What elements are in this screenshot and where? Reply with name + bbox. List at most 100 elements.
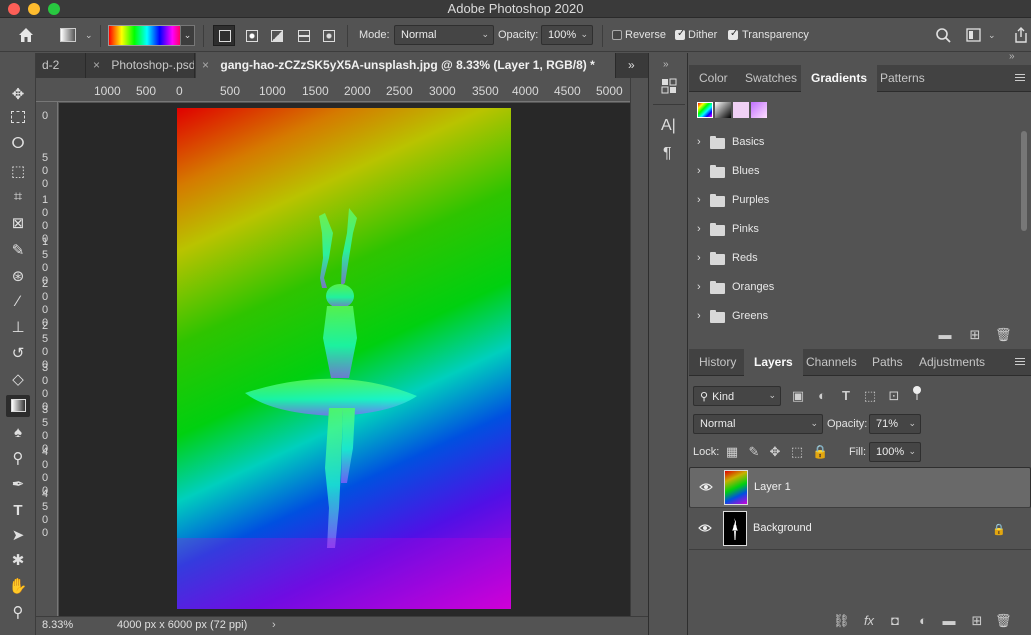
gradient-folder[interactable]: › Blues — [689, 158, 1019, 187]
tab-swatches[interactable]: Swatches — [735, 65, 807, 92]
frame-tool-icon[interactable]: ⊠ — [6, 213, 30, 235]
custom-shape-tool-icon[interactable]: ✱ — [6, 550, 30, 572]
vertical-scrollbar[interactable] — [630, 78, 648, 616]
diamond-gradient-button[interactable] — [317, 25, 339, 46]
move-tool-icon[interactable]: ✥ — [6, 84, 30, 106]
filter-toggle-switch[interactable] — [913, 386, 921, 400]
chevron-down-icon[interactable]: ⌄ — [85, 30, 93, 41]
reverse-checkbox[interactable] — [612, 30, 622, 40]
character-panel-icon[interactable]: A| — [661, 117, 676, 135]
linear-gradient-button[interactable] — [213, 25, 235, 46]
workspace-icon[interactable] — [966, 28, 984, 43]
search-icon[interactable] — [935, 27, 952, 44]
tab-document-1[interactable]: d-2 — [36, 53, 86, 78]
clone-stamp-tool-icon[interactable]: ⊥ — [6, 317, 30, 339]
layer-style-fx-icon[interactable]: fx — [861, 613, 877, 629]
path-selection-tool-icon[interactable]: ➤ — [6, 525, 30, 547]
object-selection-tool-icon[interactable]: ⬚ — [6, 161, 30, 183]
layer-row[interactable]: Background 🔒 — [689, 509, 1031, 550]
history-brush-tool-icon[interactable]: ↺ — [6, 343, 30, 365]
dither-checkbox[interactable] — [675, 28, 685, 40]
share-icon[interactable] — [1013, 26, 1029, 44]
new-gradient-icon[interactable]: ⊞ — [967, 327, 983, 343]
reflected-gradient-button[interactable] — [292, 25, 314, 46]
tab-adjustments[interactable]: Adjustments — [909, 349, 995, 376]
collapse-panels-icon[interactable]: » — [663, 59, 669, 70]
tab-history[interactable]: History — [689, 349, 746, 376]
tab-paths[interactable]: Paths — [862, 349, 913, 376]
gradient-folder[interactable]: › Basics — [689, 129, 1019, 158]
new-group-folder-icon[interactable]: ▬ — [941, 613, 957, 629]
tab-document-2[interactable]: × Photoshop-.psd — [87, 53, 195, 78]
type-tool-icon[interactable]: T — [6, 500, 30, 522]
gradients-scrollbar-thumb[interactable] — [1021, 131, 1027, 231]
lock-position-icon[interactable]: ✥ — [767, 444, 783, 460]
new-group-folder-icon[interactable]: ▬ — [937, 327, 953, 343]
tab-color[interactable]: Color — [689, 65, 738, 92]
gradient-picker-swatch[interactable] — [108, 25, 186, 46]
new-layer-icon[interactable]: ⊞ — [969, 613, 985, 629]
filter-shape-layers-icon[interactable]: ⬚ — [862, 388, 878, 404]
hand-tool-icon[interactable]: ✋ — [6, 576, 30, 598]
gradient-folder[interactable]: › Oranges — [689, 274, 1019, 303]
more-tabs-icon[interactable]: » — [628, 58, 635, 72]
transparency-checkbox[interactable] — [728, 28, 738, 40]
filter-adjustment-layers-icon[interactable]: ◐ — [814, 388, 830, 404]
chevron-down-icon[interactable]: ⌄ — [988, 30, 996, 41]
tab-gradients[interactable]: Gradients — [801, 65, 878, 92]
gradient-folder[interactable]: › Pinks — [689, 216, 1019, 245]
trash-icon[interactable]: 🗑 — [995, 613, 1012, 629]
healing-brush-tool-icon[interactable]: ⊛ — [6, 266, 30, 288]
blur-tool-icon[interactable]: ♠ — [6, 422, 30, 444]
angle-gradient-button[interactable] — [265, 25, 287, 46]
lasso-tool-icon[interactable]: ⵔ — [6, 133, 30, 155]
panel-menu-icon[interactable] — [1015, 358, 1025, 367]
filter-pixel-layers-icon[interactable]: ▣ — [790, 388, 806, 404]
fill-input[interactable]: 100% ⌄ — [869, 442, 921, 462]
recent-gradient-rainbow[interactable] — [697, 102, 713, 118]
layer-row[interactable]: Layer 1 — [689, 467, 1031, 508]
recent-gradient-pink[interactable] — [733, 102, 749, 118]
layer-filter-kind[interactable]: ⚲ Kind ⌄ — [693, 386, 781, 406]
gradient-tool-preset-icon[interactable] — [60, 28, 76, 42]
eye-icon[interactable] — [698, 523, 712, 533]
collapse-panel-icon[interactable]: » — [1009, 51, 1015, 62]
filter-type-layers-icon[interactable]: T — [838, 388, 854, 404]
lock-image-pixels-icon[interactable]: ✎ — [746, 444, 762, 460]
gradient-picker-dropdown[interactable]: ⌄ — [180, 25, 195, 46]
link-layers-icon[interactable]: ⛓ — [833, 613, 850, 629]
tab-patterns[interactable]: Patterns — [870, 65, 935, 92]
filter-smart-objects-icon[interactable]: ⊡ — [886, 388, 902, 404]
tab-document-3[interactable]: × gang-hao-zCZzSK5yX5A-unsplash.jpg @ 8.… — [196, 53, 616, 78]
status-menu-arrow[interactable]: › — [272, 619, 276, 631]
mode-select[interactable]: Normal ⌄ — [394, 25, 494, 45]
canvas-area[interactable] — [59, 103, 630, 616]
zoom-tool-icon[interactable]: ⚲ — [6, 602, 30, 624]
zoom-level[interactable]: 8.33% — [42, 619, 94, 631]
trash-icon[interactable]: 🗑 — [995, 327, 1012, 343]
close-icon[interactable]: × — [93, 58, 100, 72]
tab-channels[interactable]: Channels — [796, 349, 867, 376]
home-icon[interactable] — [17, 26, 35, 44]
libraries-icon[interactable] — [660, 77, 678, 95]
gradient-folder[interactable]: › Greens — [689, 303, 1019, 323]
recent-gradient-violet[interactable] — [751, 102, 767, 118]
close-icon[interactable]: × — [202, 58, 209, 72]
layer-opacity-input[interactable]: 71% ⌄ — [869, 414, 921, 434]
crop-tool-icon[interactable]: ⌗ — [6, 186, 30, 208]
gradient-tool-icon[interactable] — [6, 395, 30, 417]
paragraph-panel-icon[interactable]: ¶ — [663, 145, 672, 163]
recent-gradient-bw[interactable] — [715, 102, 731, 118]
new-adjustment-layer-icon[interactable]: ◐ — [915, 613, 931, 629]
gradient-folder[interactable]: › Purples — [689, 187, 1019, 216]
lock-transparent-pixels-icon[interactable]: ▦ — [724, 444, 740, 460]
lock-artboard-icon[interactable]: ⬚ — [789, 444, 805, 460]
brush-tool-icon[interactable]: ∕ — [6, 291, 30, 313]
blend-mode-select[interactable]: Normal ⌄ — [693, 414, 823, 434]
eraser-tool-icon[interactable]: ◇ — [6, 369, 30, 391]
eye-icon[interactable] — [699, 482, 713, 492]
panel-menu-icon[interactable] — [1015, 74, 1025, 83]
marquee-tool-icon[interactable] — [6, 108, 30, 130]
tab-layers[interactable]: Layers — [744, 349, 803, 376]
dodge-tool-icon[interactable]: ⚲ — [6, 448, 30, 470]
